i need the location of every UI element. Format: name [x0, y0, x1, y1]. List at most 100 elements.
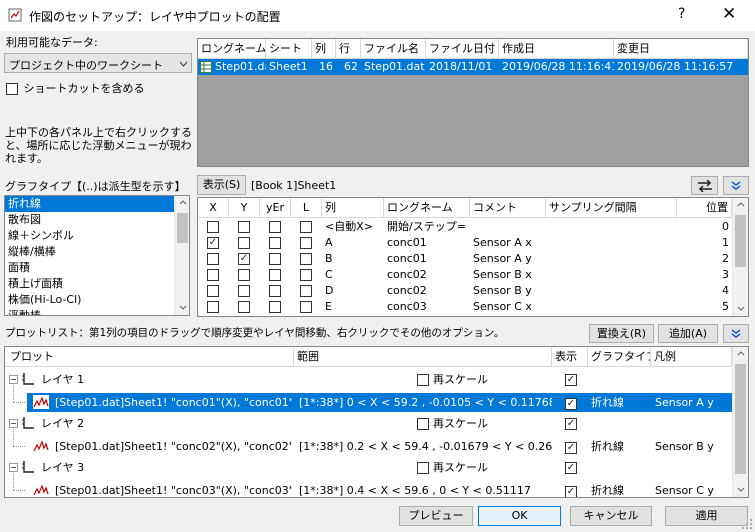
apply-button[interactable]: 適用	[665, 506, 748, 526]
rescale-checkbox[interactable]	[417, 418, 429, 430]
col-header-range[interactable]: 範囲	[294, 347, 552, 367]
col-yer-checkbox[interactable]	[269, 221, 281, 233]
plot-list[interactable]: プロット 範囲 表示 グラフタイプ 凡例 − レイヤ 1 再スケール [Step01.…	[4, 346, 749, 498]
col-header-y[interactable]: Y	[229, 198, 260, 218]
data-source-combo[interactable]: プロジェクト中のワークシート	[4, 53, 192, 73]
rescale-checkbox[interactable]	[417, 374, 429, 386]
collapse-toggle-icon[interactable]: −	[9, 463, 18, 472]
table-row[interactable]: Step01.dat Sheet1 16 62 Step01.dat 2018/…	[198, 59, 748, 75]
col-header-show[interactable]: 表示	[552, 347, 588, 367]
col-header-column[interactable]: 列	[322, 198, 384, 218]
expand-plotlist-button[interactable]	[723, 324, 749, 343]
swap-button[interactable]	[691, 176, 718, 195]
plot-show-checkbox[interactable]	[565, 398, 577, 410]
scroll-down-icon[interactable]	[737, 487, 745, 492]
col-y-checkbox[interactable]	[238, 301, 250, 313]
graph-type-item[interactable]: 線＋シンボル	[5, 228, 175, 244]
preview-button[interactable]: プレビュー	[399, 506, 473, 526]
scroll-down-icon[interactable]	[179, 305, 187, 310]
columns-scrollbar[interactable]	[732, 198, 748, 316]
col-header-graphtype[interactable]: グラフタイプ	[588, 347, 651, 367]
graph-type-item[interactable]: 折れ線	[5, 196, 175, 212]
resize-grip-icon[interactable]	[741, 518, 753, 530]
col-header-position[interactable]: 位置	[677, 198, 732, 218]
col-header-col[interactable]: 列	[312, 39, 336, 59]
col-yer-checkbox[interactable]	[269, 237, 281, 249]
help-button[interactable]: ?	[678, 6, 685, 22]
col-header-yer[interactable]: yEr	[260, 198, 291, 218]
col-y-checkbox[interactable]	[238, 253, 250, 265]
include-shortcut-checkbox[interactable]: ショートカットを含める	[6, 80, 145, 96]
col-header-row[interactable]: 行	[336, 39, 361, 59]
scroll-up-icon[interactable]	[737, 351, 745, 356]
col-header-longname[interactable]: ロングネーム	[198, 39, 266, 59]
include-shortcut-box[interactable]	[6, 83, 18, 95]
col-l-checkbox[interactable]	[300, 301, 312, 313]
col-yer-checkbox[interactable]	[269, 285, 281, 297]
col-yer-checkbox[interactable]	[269, 269, 281, 281]
plot-show-checkbox[interactable]	[565, 486, 577, 497]
col-header-modified[interactable]: 変更日	[614, 39, 748, 59]
graph-type-item[interactable]: 面積	[5, 260, 175, 276]
scroll-up-icon[interactable]	[179, 200, 187, 205]
col-l-checkbox[interactable]	[300, 269, 312, 281]
layer-show-checkbox[interactable]	[565, 418, 577, 430]
layer-show-checkbox[interactable]	[565, 462, 577, 474]
graph-type-item[interactable]: 株価(Hi-Lo-Cl)	[5, 292, 175, 308]
plot-row[interactable]: [Step01.dat]Sheet1! "conc03"(X), "conc03…	[5, 473, 732, 497]
col-l-checkbox[interactable]	[300, 285, 312, 297]
col-header-filedate[interactable]: ファイル日付	[426, 39, 499, 59]
layer-show-checkbox[interactable]	[565, 374, 577, 386]
scroll-thumb[interactable]	[735, 364, 746, 474]
collapse-toggle-icon[interactable]: −	[9, 375, 18, 384]
col-l-checkbox[interactable]	[300, 237, 312, 249]
col-header-x[interactable]: X	[198, 198, 229, 218]
ok-button[interactable]: OK	[478, 506, 561, 526]
col-header-legend[interactable]: 凡例	[651, 347, 732, 367]
close-button[interactable]: ✕	[722, 4, 736, 24]
layer-row[interactable]: − レイヤ 2 再スケール	[5, 413, 732, 435]
graph-type-list[interactable]: 折れ線 散布図 線＋シンボル 縦棒/横棒 面積 積上げ面積 株価(Hi-Lo-Cl) 浮動棒	[4, 195, 190, 316]
collapse-toggle-icon[interactable]: −	[9, 419, 18, 428]
col-y-checkbox[interactable]	[238, 237, 250, 249]
col-x-checkbox[interactable]	[207, 269, 219, 281]
table-row[interactable]: Econc03 Sensor C x 5	[198, 299, 732, 315]
scroll-up-icon[interactable]	[737, 202, 745, 207]
layer-row[interactable]: − レイヤ 3 再スケール	[5, 457, 732, 479]
add-button[interactable]: 追加(A)	[658, 324, 718, 343]
col-header-sampling[interactable]: サンプリング間隔	[546, 198, 677, 218]
show-button[interactable]: 表示(S)	[197, 175, 246, 195]
col-x-checkbox[interactable]	[207, 285, 219, 297]
worksheet-table[interactable]: ロングネーム シート 列 行 ファイル名 ファイル日付 作成日 変更日 Step…	[197, 38, 749, 167]
graph-type-item[interactable]: 散布図	[5, 212, 175, 228]
col-header-comment[interactable]: コメント	[470, 198, 546, 218]
col-header-plot[interactable]: プロット	[5, 347, 294, 367]
graph-type-item[interactable]: 浮動棒	[5, 308, 175, 315]
col-x-checkbox[interactable]	[207, 301, 219, 313]
col-header-l[interactable]: L	[291, 198, 322, 218]
graph-type-scrollbar[interactable]	[174, 196, 189, 315]
table-row[interactable]: Cconc02 Sensor B x 3	[198, 267, 732, 283]
layer-row[interactable]: − レイヤ 1 再スケール	[5, 369, 732, 391]
expand-columns-button[interactable]	[723, 176, 749, 195]
col-header-longname2[interactable]: ロングネーム	[384, 198, 470, 218]
col-y-checkbox[interactable]	[238, 269, 250, 281]
col-x-checkbox[interactable]	[207, 253, 219, 265]
col-y-checkbox[interactable]	[238, 221, 250, 233]
table-row[interactable]: Aconc01 Sensor A x 1	[198, 235, 732, 251]
col-y-checkbox[interactable]	[238, 285, 250, 297]
plot-row[interactable]: [Step01.dat]Sheet1! "conc02"(X), "conc02…	[5, 429, 732, 457]
scroll-thumb[interactable]	[177, 213, 188, 243]
table-row[interactable]: <自動X> 開始/ステップ= 0	[198, 219, 732, 235]
plot-show-checkbox[interactable]	[565, 442, 577, 454]
replace-button[interactable]: 置換え(R)	[589, 324, 654, 343]
col-x-checkbox[interactable]	[207, 237, 219, 249]
col-header-created[interactable]: 作成日	[499, 39, 614, 59]
graph-type-item[interactable]: 縦棒/横棒	[5, 244, 175, 260]
rescale-checkbox[interactable]	[417, 462, 429, 474]
scroll-down-icon[interactable]	[737, 306, 745, 311]
col-header-filename[interactable]: ファイル名	[361, 39, 426, 59]
columns-table[interactable]: X Y yEr L 列 ロングネーム コメント サンプリング間隔 位置 <自動X…	[197, 197, 749, 317]
table-row[interactable]: Bconc01 Sensor A y 2	[198, 251, 732, 267]
col-yer-checkbox[interactable]	[269, 253, 281, 265]
